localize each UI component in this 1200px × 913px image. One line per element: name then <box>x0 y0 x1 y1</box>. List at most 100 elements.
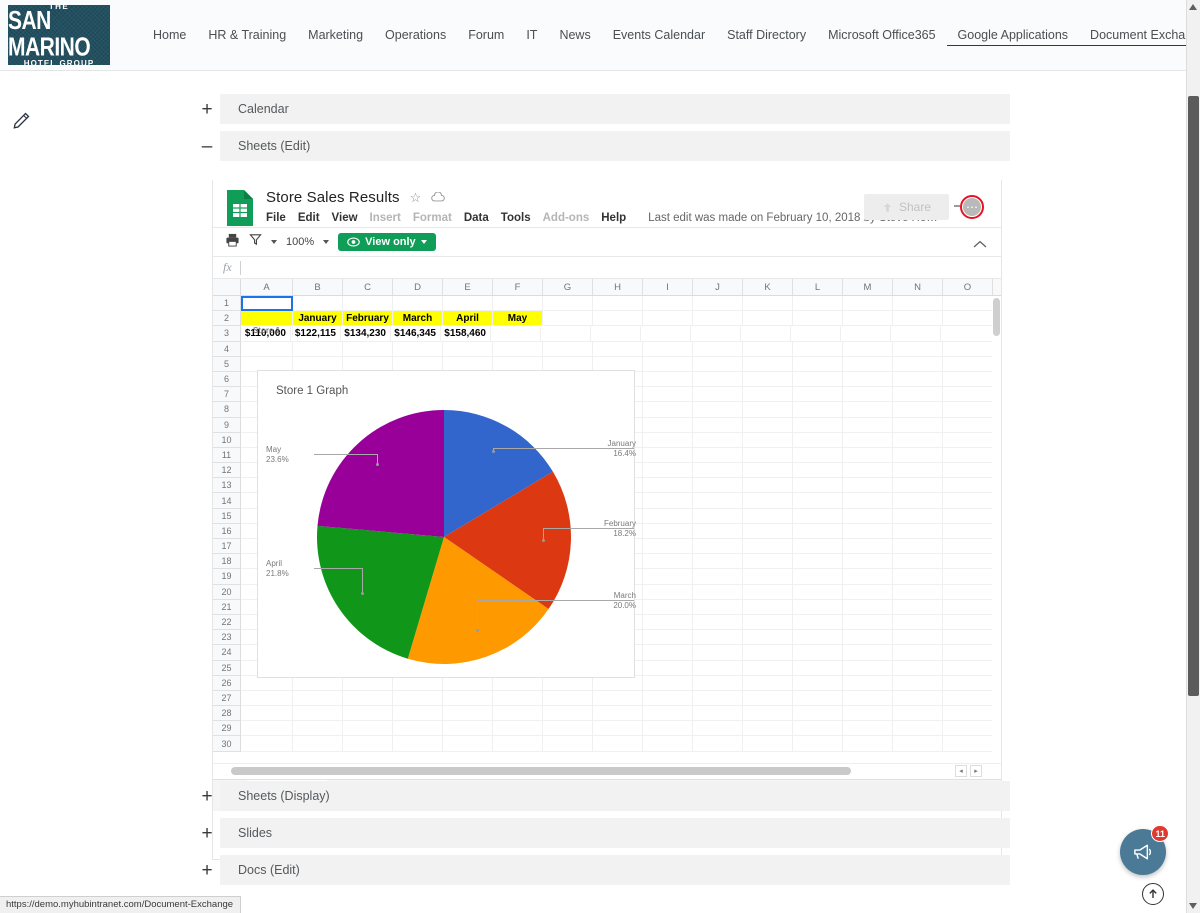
cell-M13[interactable] <box>843 478 893 492</box>
cell-K30[interactable] <box>743 736 793 750</box>
cell-I24[interactable] <box>643 645 693 659</box>
cell-O22[interactable] <box>943 615 993 629</box>
cell-J19[interactable] <box>693 569 743 583</box>
row-header-3[interactable]: 3 <box>213 326 241 341</box>
cell-N20[interactable] <box>893 585 943 599</box>
cell-K24[interactable] <box>743 645 793 659</box>
cell-M24[interactable] <box>843 645 893 659</box>
cell-K3[interactable] <box>691 326 741 340</box>
nav-link-microsoft-office365[interactable]: Microsoft Office365 <box>817 24 946 46</box>
cell-M16[interactable] <box>843 524 893 538</box>
cell-C4[interactable] <box>343 342 393 356</box>
cell-J12[interactable] <box>693 463 743 477</box>
row-header-5[interactable]: 5 <box>213 357 241 372</box>
cell-I27[interactable] <box>643 691 693 705</box>
cell-L23[interactable] <box>793 630 843 644</box>
row-header-22[interactable]: 22 <box>213 615 241 630</box>
cell-C29[interactable] <box>343 721 393 735</box>
row-header-12[interactable]: 12 <box>213 463 241 478</box>
cell-M10[interactable] <box>843 433 893 447</box>
sheets-menu-insert[interactable]: Insert <box>370 212 401 224</box>
cell-J29[interactable] <box>693 721 743 735</box>
row-header-18[interactable]: 18 <box>213 554 241 569</box>
column-header-e[interactable]: E <box>443 279 493 295</box>
cell-E5[interactable] <box>443 357 493 371</box>
site-logo[interactable]: THE SAN MARINO HOTEL GROUP <box>8 5 110 65</box>
cell-K19[interactable] <box>743 569 793 583</box>
cell-O28[interactable] <box>943 706 993 720</box>
cell-J4[interactable] <box>693 342 743 356</box>
column-header-o[interactable]: O <box>943 279 993 295</box>
accordion-toggle-slides[interactable]: + <box>194 824 220 843</box>
grid-hscrollbar-thumb[interactable] <box>231 767 851 775</box>
row-header-11[interactable]: 11 <box>213 448 241 463</box>
sheets-menu-edit[interactable]: Edit <box>298 212 320 224</box>
cell-N17[interactable] <box>893 539 943 553</box>
nav-link-events-calendar[interactable]: Events Calendar <box>602 24 716 46</box>
cell-K20[interactable] <box>743 585 793 599</box>
cell-O25[interactable] <box>943 661 993 675</box>
cell-N23[interactable] <box>893 630 943 644</box>
column-header-i[interactable]: I <box>643 279 693 295</box>
cell-N21[interactable] <box>893 600 943 614</box>
row-header-14[interactable]: 14 <box>213 493 241 508</box>
cell-O6[interactable] <box>943 372 993 386</box>
cell-J8[interactable] <box>693 402 743 416</box>
cell-M29[interactable] <box>843 721 893 735</box>
cell-H2[interactable] <box>593 311 643 325</box>
cell-J17[interactable] <box>693 539 743 553</box>
cell-M5[interactable] <box>843 357 893 371</box>
cell-F27[interactable] <box>493 691 543 705</box>
cell-M27[interactable] <box>843 691 893 705</box>
cell-M7[interactable] <box>843 387 893 401</box>
accordion-label-sheets-edit[interactable]: Sheets (Edit) <box>220 131 1010 161</box>
cell-L16[interactable] <box>793 524 843 538</box>
column-header-n[interactable]: N <box>893 279 943 295</box>
page-scroll-up-arrow[interactable] <box>1189 4 1197 10</box>
cell-F5[interactable] <box>493 357 543 371</box>
cell-I18[interactable] <box>643 554 693 568</box>
cell-K8[interactable] <box>743 402 793 416</box>
cell-G4[interactable] <box>543 342 593 356</box>
cell-M2[interactable] <box>843 311 893 325</box>
star-icon[interactable]: ☆ <box>410 190 422 206</box>
cell-M26[interactable] <box>843 676 893 690</box>
cell-J26[interactable] <box>693 676 743 690</box>
row-header-24[interactable]: 24 <box>213 645 241 660</box>
cell-N11[interactable] <box>893 448 943 462</box>
nav-link-marketing[interactable]: Marketing <box>297 24 374 46</box>
cell-A29[interactable] <box>241 721 293 735</box>
cell-L9[interactable] <box>793 418 843 432</box>
cell-L15[interactable] <box>793 509 843 523</box>
row-header-21[interactable]: 21 <box>213 600 241 615</box>
cell-H27[interactable] <box>593 691 643 705</box>
nav-link-it[interactable]: IT <box>515 24 548 46</box>
row-header-28[interactable]: 28 <box>213 706 241 721</box>
cell-K10[interactable] <box>743 433 793 447</box>
column-header-b[interactable]: B <box>293 279 343 295</box>
accordion-toggle-docs-edit[interactable]: + <box>194 861 220 880</box>
cell-K14[interactable] <box>743 493 793 507</box>
cell-I21[interactable] <box>643 600 693 614</box>
column-header-c[interactable]: C <box>343 279 393 295</box>
cell-H5[interactable] <box>593 357 643 371</box>
column-header-k[interactable]: K <box>743 279 793 295</box>
cell-M18[interactable] <box>843 554 893 568</box>
cell-H1[interactable] <box>593 296 643 310</box>
cell-J24[interactable] <box>693 645 743 659</box>
cell-N28[interactable] <box>893 706 943 720</box>
cell-K6[interactable] <box>743 372 793 386</box>
cell-L2[interactable] <box>793 311 843 325</box>
cell-I20[interactable] <box>643 585 693 599</box>
cell-D27[interactable] <box>393 691 443 705</box>
cell-M17[interactable] <box>843 539 893 553</box>
cell-J23[interactable] <box>693 630 743 644</box>
cell-I14[interactable] <box>643 493 693 507</box>
cell-L29[interactable] <box>793 721 843 735</box>
cell-N18[interactable] <box>893 554 943 568</box>
cell-J30[interactable] <box>693 736 743 750</box>
cell-B28[interactable] <box>293 706 343 720</box>
cell-K17[interactable] <box>743 539 793 553</box>
accordion-toggle-sheets-display[interactable]: + <box>194 787 220 806</box>
cell-J13[interactable] <box>693 478 743 492</box>
